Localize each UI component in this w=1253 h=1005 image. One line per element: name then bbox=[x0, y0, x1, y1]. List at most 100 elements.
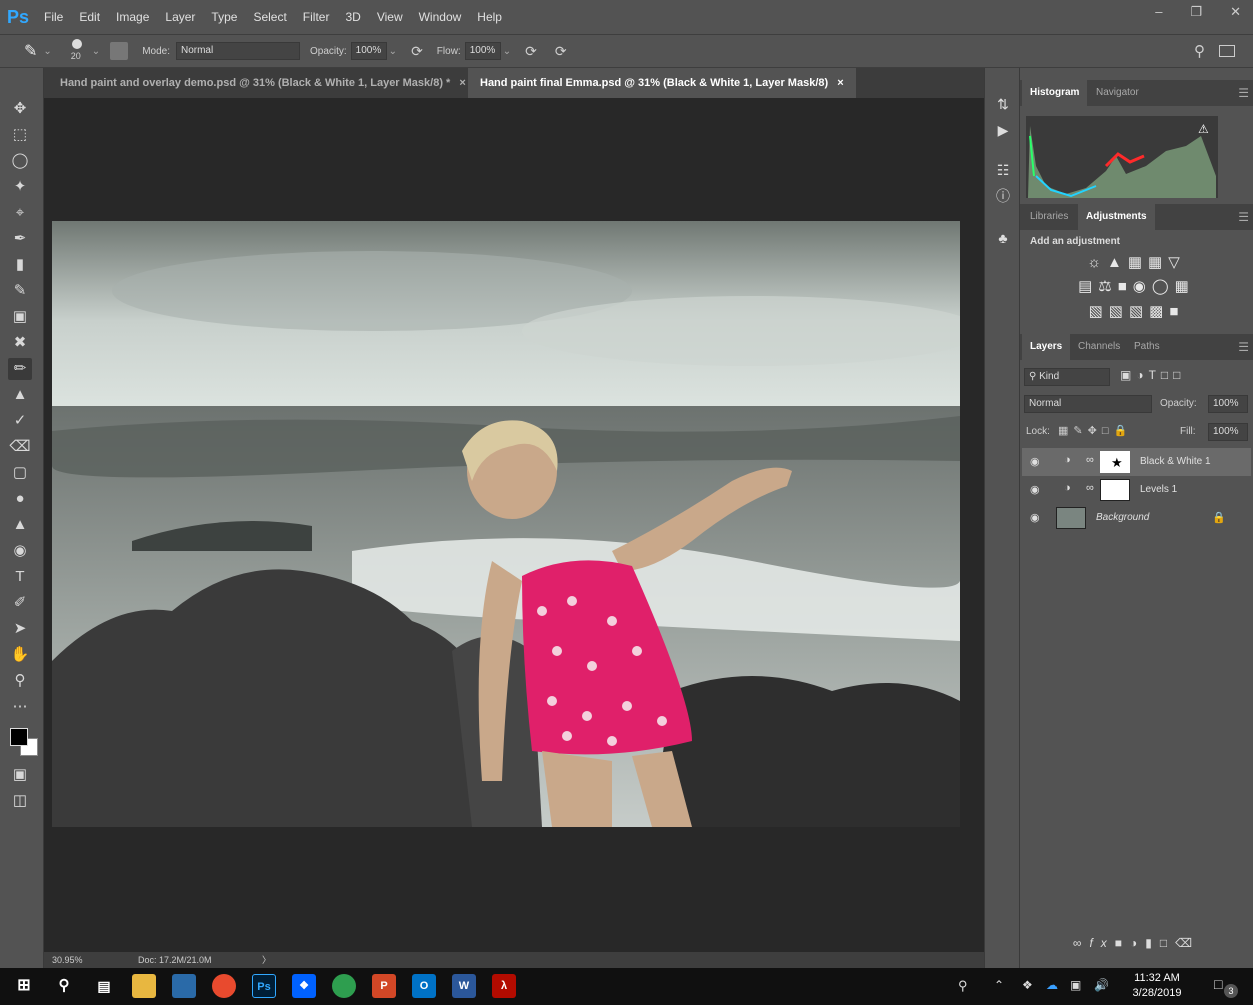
menu-3d[interactable]: 3D bbox=[337, 10, 368, 24]
opacity-input[interactable]: 100% bbox=[350, 42, 387, 60]
quick-mask-icon[interactable]: ▣ bbox=[8, 764, 32, 786]
word-icon[interactable]: W bbox=[452, 974, 476, 998]
layer-mask-thumbnail[interactable] bbox=[1100, 479, 1130, 501]
brush-panel-icon[interactable] bbox=[110, 42, 129, 60]
photoshop-taskbar-icon[interactable]: Ps bbox=[252, 974, 276, 998]
gradient-tool-icon[interactable]: ▢ bbox=[8, 462, 32, 484]
mode-select[interactable]: Normal bbox=[175, 42, 300, 60]
visibility-eye-icon[interactable]: ◉ bbox=[1030, 455, 1040, 468]
clone-stamp-tool-icon[interactable]: ▣ bbox=[8, 306, 32, 328]
outlook-icon[interactable]: O bbox=[412, 974, 436, 998]
chevron-down-icon[interactable]: ⌄ bbox=[92, 46, 100, 57]
onedrive-icon[interactable]: ☁ bbox=[1046, 978, 1058, 992]
sharpen-tool-icon[interactable]: ▲ bbox=[8, 514, 32, 536]
tab-final-emma[interactable]: Hand paint final Emma.psd @ 31% (Black &… bbox=[468, 68, 856, 98]
foreground-color-swatch[interactable] bbox=[10, 728, 28, 746]
fill-input[interactable]: 100% bbox=[1208, 423, 1248, 441]
menu-type[interactable]: Type bbox=[203, 10, 245, 24]
menu-image[interactable]: Image bbox=[108, 10, 157, 24]
chevron-down-icon[interactable]: ⌄ bbox=[43, 46, 51, 57]
panel-menu-icon[interactable]: ☰ bbox=[1238, 340, 1249, 354]
history-panel-icon[interactable]: ⇅ bbox=[993, 94, 1013, 114]
lock-icon[interactable]: 🔒 bbox=[1212, 511, 1226, 524]
search-icon[interactable]: ⚲ bbox=[1194, 42, 1205, 60]
tab-libraries[interactable]: Libraries bbox=[1022, 204, 1076, 230]
link-icon[interactable]: ∞ bbox=[1086, 454, 1094, 466]
flow-input[interactable]: 100% bbox=[464, 42, 501, 60]
actions-play-icon[interactable]: ▶ bbox=[993, 120, 1013, 140]
type-tool-icon[interactable]: T bbox=[8, 566, 32, 588]
search-icon[interactable]: ⚲ bbox=[52, 974, 76, 998]
clone-source-icon[interactable]: ♣ bbox=[993, 228, 1013, 248]
status-arrow-icon[interactable]: 〉 bbox=[262, 952, 271, 968]
properties-panel-icon[interactable]: ☷ bbox=[993, 160, 1013, 180]
dropbox-icon[interactable]: ❖ bbox=[292, 974, 316, 998]
background-thumbnail[interactable] bbox=[1056, 507, 1086, 529]
blend-mode-select[interactable]: Normal bbox=[1024, 395, 1152, 413]
menu-layer[interactable]: Layer bbox=[157, 10, 203, 24]
close-icon[interactable]: × bbox=[837, 77, 843, 89]
tab-histogram[interactable]: Histogram bbox=[1022, 80, 1088, 106]
windows-start-icon[interactable]: ⊞ bbox=[12, 974, 36, 998]
network-icon[interactable]: ▣ bbox=[1070, 978, 1081, 992]
crop-tool-icon[interactable]: ⌖ bbox=[8, 202, 32, 224]
layer-row-black-white[interactable]: ◉ ◑ ∞ ★ Black & White 1 bbox=[1022, 448, 1251, 476]
people-icon[interactable]: ⚲ bbox=[958, 978, 968, 994]
tab-channels[interactable]: Channels bbox=[1070, 334, 1128, 360]
layer-mask-thumbnail[interactable]: ★ bbox=[1100, 451, 1130, 473]
menu-filter[interactable]: Filter bbox=[295, 10, 338, 24]
menu-select[interactable]: Select bbox=[245, 10, 294, 24]
pressure-size-icon[interactable]: ⟳ bbox=[555, 43, 567, 60]
menu-help[interactable]: Help bbox=[469, 10, 510, 24]
quick-select-tool-icon[interactable]: ✦ bbox=[8, 176, 32, 198]
chevron-down-icon[interactable]: ⌄ bbox=[503, 46, 511, 57]
layer-opacity-input[interactable]: 100% bbox=[1208, 395, 1248, 413]
lasso-tool-icon[interactable]: ◯ bbox=[8, 150, 32, 172]
layer-row-levels[interactable]: ◉ ◑ ∞ Levels 1 bbox=[1022, 476, 1251, 504]
link-icon[interactable]: ∞ bbox=[1086, 482, 1094, 494]
brush-tool-preset-icon[interactable]: ✎ bbox=[24, 41, 37, 61]
airbrush-icon[interactable]: ⟳ bbox=[525, 43, 537, 60]
workspace-icon[interactable] bbox=[1219, 45, 1235, 57]
visibility-eye-icon[interactable]: ◉ bbox=[1030, 511, 1040, 524]
panel-menu-icon[interactable]: ☰ bbox=[1238, 86, 1249, 100]
close-icon[interactable]: ✕ bbox=[1224, 4, 1247, 20]
adjustment-icons-row-3[interactable]: ▧▧▧▩■ bbox=[1020, 302, 1253, 320]
brush-size-picker[interactable]: 20 bbox=[68, 39, 86, 63]
path-select-tool-icon[interactable]: ➤ bbox=[8, 618, 32, 640]
notifications-icon[interactable]: □ bbox=[1214, 976, 1222, 992]
task-view-icon[interactable]: ▤ bbox=[92, 974, 116, 998]
eyedropper-tool-icon[interactable]: ✒ bbox=[8, 228, 32, 250]
history-brush-tool-icon[interactable]: ✖ bbox=[8, 332, 32, 354]
marquee-tool-icon[interactable]: ⬚ bbox=[8, 124, 32, 146]
pressure-opacity-icon[interactable]: ⟳ bbox=[411, 43, 423, 60]
art-history-tool-icon[interactable]: ✓ bbox=[8, 410, 32, 432]
layer-filter-kind[interactable]: ⚲ Kind bbox=[1024, 368, 1110, 386]
zoom-level[interactable]: 30.95% bbox=[52, 952, 83, 968]
menu-edit[interactable]: Edit bbox=[71, 10, 108, 24]
volume-icon[interactable]: 🔊 bbox=[1094, 978, 1109, 992]
visibility-eye-icon[interactable]: ◉ bbox=[1030, 483, 1040, 496]
menu-view[interactable]: View bbox=[369, 10, 411, 24]
chrome-profile-icon[interactable] bbox=[332, 974, 356, 998]
hand-tool-icon[interactable]: ✋ bbox=[8, 644, 32, 666]
chevron-down-icon[interactable]: ⌄ bbox=[389, 46, 397, 57]
layer-filter-icons[interactable]: ▣◑T□□ bbox=[1120, 368, 1185, 382]
adjustment-icons-row-2[interactable]: ▤⚖■◉◯▦ bbox=[1020, 277, 1253, 295]
acrobat-icon[interactable]: λ bbox=[492, 974, 516, 998]
tab-layers[interactable]: Layers bbox=[1022, 334, 1071, 360]
stamp-tool-icon[interactable]: ▲ bbox=[8, 384, 32, 406]
eraser-tool-icon[interactable]: ⌫ bbox=[8, 436, 32, 458]
powerpoint-icon[interactable]: P bbox=[372, 974, 396, 998]
pen-tool-icon[interactable]: ✐ bbox=[8, 592, 32, 614]
adjustment-icons-row-1[interactable]: ☼▲▦▦▽ bbox=[1020, 253, 1253, 271]
tab-overlay-demo[interactable]: Hand paint and overlay demo.psd @ 31% (B… bbox=[48, 68, 478, 98]
panel-menu-icon[interactable]: ☰ bbox=[1238, 210, 1249, 224]
zoom-tool-icon[interactable]: ⚲ bbox=[8, 670, 32, 692]
dropbox-tray-icon[interactable]: ❖ bbox=[1022, 978, 1033, 992]
brush-tool-icon[interactable]: ✎ bbox=[8, 280, 32, 302]
menu-file[interactable]: File bbox=[36, 10, 71, 24]
info-icon[interactable]: ⓘ bbox=[993, 186, 1013, 206]
media-app-icon[interactable] bbox=[172, 974, 196, 998]
more-tools-icon[interactable]: ⋯ bbox=[8, 696, 32, 718]
